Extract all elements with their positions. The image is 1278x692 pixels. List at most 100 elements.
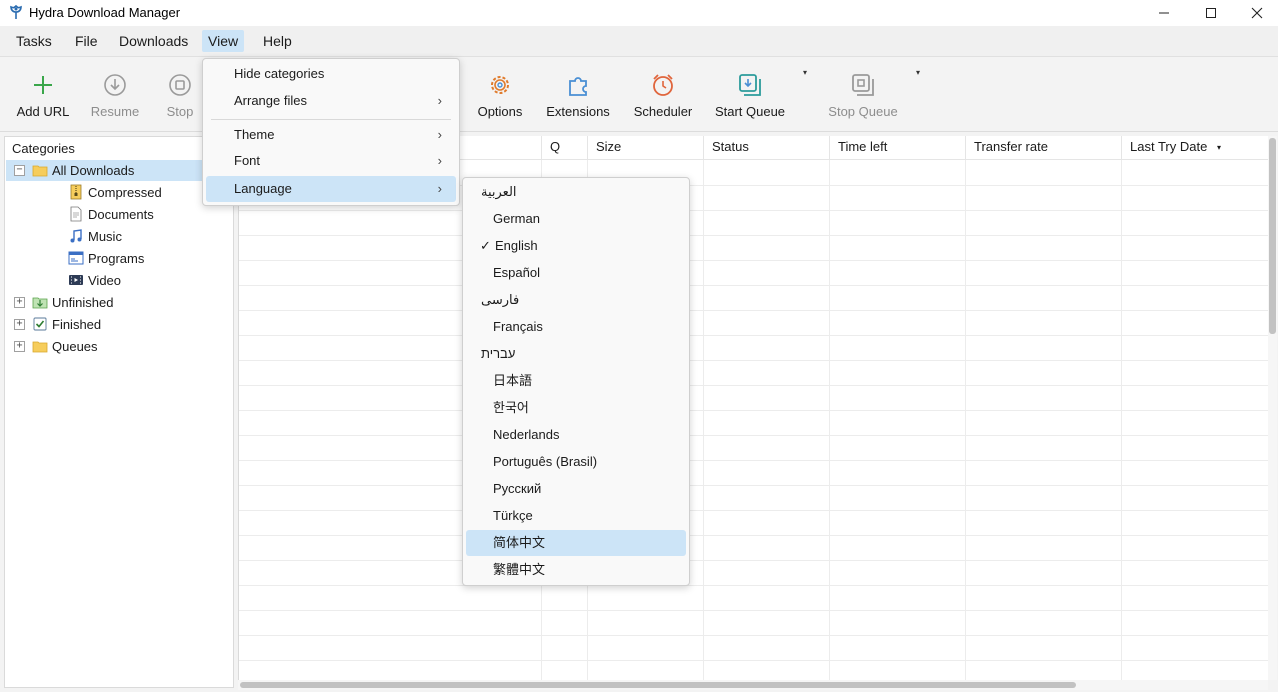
tree-item-unfinished[interactable]: + Unfinished <box>6 292 232 313</box>
table-row-divider <box>239 660 1268 661</box>
language-item-german[interactable]: German <box>466 206 686 232</box>
column-header-size[interactable]: Size <box>587 136 703 160</box>
start-queue-button[interactable]: Start Queue <box>708 69 792 125</box>
categories-panel: Categories − All Downloads Compressed Do… <box>4 136 234 688</box>
downloads-table: Q Size Status Time left Transfer rate La… <box>238 136 1268 680</box>
tree-item-finished[interactable]: + Finished <box>6 314 232 335</box>
tree-item-all-downloads[interactable]: − All Downloads <box>6 160 232 181</box>
table-row-divider <box>239 610 1268 611</box>
window-title: Hydra Download Manager <box>29 5 181 20</box>
table-row-divider <box>239 360 1268 361</box>
download-circle-icon <box>104 74 126 96</box>
extensions-button[interactable]: Extensions <box>536 69 620 125</box>
zip-file-icon <box>70 184 82 200</box>
expand-toggle[interactable]: + <box>14 319 25 330</box>
program-window-icon <box>68 251 84 265</box>
stop-queue-button[interactable]: Stop Queue <box>821 69 905 125</box>
language-item-hebrew[interactable]: עברית <box>466 341 686 367</box>
table-column-divider <box>829 160 830 680</box>
table-column-divider <box>965 160 966 680</box>
minimize-button[interactable] <box>1141 0 1187 26</box>
tree-item-video[interactable]: Video <box>6 270 232 291</box>
menu-tasks[interactable]: Tasks <box>10 30 58 52</box>
menu-item-hide-categories[interactable]: Hide categories <box>206 61 456 87</box>
language-item-dutch[interactable]: Nederlands <box>466 422 686 448</box>
menu-item-label: Français <box>493 319 543 334</box>
tree-item-documents[interactable]: Documents <box>6 204 232 225</box>
column-header-queue[interactable]: Q <box>541 136 587 160</box>
start-queue-dropdown-arrow[interactable]: ▾ <box>803 68 807 77</box>
tree-item-compressed[interactable]: Compressed <box>6 182 232 203</box>
stop-queue-dropdown-arrow[interactable]: ▾ <box>916 68 920 77</box>
close-button[interactable] <box>1234 0 1278 26</box>
expand-toggle[interactable]: + <box>14 341 25 352</box>
menu-view[interactable]: View <box>202 30 245 52</box>
menu-item-arrange-files[interactable]: Arrange files › <box>206 88 456 114</box>
tree-item-label: Queues <box>52 339 98 354</box>
table-row-divider <box>239 585 1268 586</box>
table-column-divider <box>703 160 704 680</box>
column-header-transfer-rate[interactable]: Transfer rate <box>965 136 1121 160</box>
language-item-english[interactable]: ✓ English <box>466 233 686 259</box>
horizontal-scrollbar[interactable] <box>238 680 1268 690</box>
language-item-korean[interactable]: 한국어 <box>466 395 686 421</box>
menu-help[interactable]: Help <box>257 30 298 52</box>
scrollbar-thumb[interactable] <box>240 682 1076 688</box>
table-row-divider <box>239 285 1268 286</box>
language-item-japanese[interactable]: 日本語 <box>466 368 686 394</box>
view-menu: Hide categories Arrange files › Theme › … <box>202 58 460 206</box>
options-button[interactable]: Options <box>458 69 542 125</box>
language-submenu: العربية German ✓ English Español فارسی F… <box>462 177 690 586</box>
maximize-icon <box>1206 8 1216 18</box>
expand-toggle[interactable]: + <box>14 297 25 308</box>
tree-item-label: Documents <box>88 207 154 222</box>
language-item-simplified-chinese[interactable]: 简体中文 <box>466 530 686 556</box>
language-item-portuguese-brazil[interactable]: Português (Brasil) <box>466 449 686 475</box>
menu-item-label: Font <box>234 153 261 168</box>
start-queue-label: Start Queue <box>714 104 786 119</box>
plus-icon <box>34 76 52 94</box>
tree-item-programs[interactable]: Programs <box>6 248 232 269</box>
tree-item-music[interactable]: Music <box>6 226 232 247</box>
menu-item-language[interactable]: Language › <box>206 176 456 202</box>
column-header-status[interactable]: Status <box>703 136 829 160</box>
tree-item-label: Programs <box>88 251 145 266</box>
categories-header: Categories <box>12 141 75 156</box>
submenu-arrow-icon: › <box>437 93 442 108</box>
language-item-persian[interactable]: فارسی <box>466 287 686 313</box>
language-item-turkish[interactable]: Türkçe <box>466 503 686 529</box>
scheduler-button[interactable]: Scheduler <box>621 69 705 125</box>
language-item-spanish[interactable]: Español <box>466 260 686 286</box>
table-row-divider <box>239 235 1268 236</box>
menu-downloads[interactable]: Downloads <box>113 30 194 52</box>
menu-item-label: Hide categories <box>234 66 325 81</box>
column-header-last-try-date[interactable]: Last Try Date ▾ <box>1121 136 1268 160</box>
menu-item-label: 简体中文 <box>493 535 546 550</box>
finished-check-icon <box>33 317 47 331</box>
menu-file[interactable]: File <box>69 30 104 52</box>
menu-item-label: Español <box>493 265 540 280</box>
menu-item-label: Português (Brasil) <box>493 454 598 469</box>
column-header-label: Last Try Date <box>1130 139 1208 154</box>
menu-item-theme[interactable]: Theme › <box>206 122 456 148</box>
menu-item-font[interactable]: Font › <box>206 148 456 174</box>
minimize-icon <box>1159 12 1169 14</box>
title-bar: Hydra Download Manager <box>0 0 1278 26</box>
menu-item-label: 한국어 <box>493 400 529 415</box>
alarm-clock-icon <box>653 74 673 96</box>
language-item-traditional-chinese[interactable]: 繁體中文 <box>466 557 686 583</box>
menu-item-label: Türkçe <box>493 508 533 523</box>
language-item-arabic[interactable]: العربية <box>466 179 686 205</box>
stop-circle-icon <box>169 74 191 96</box>
queue-stop-icon <box>852 74 874 96</box>
puzzle-icon <box>569 77 587 96</box>
maximize-button[interactable] <box>1188 0 1234 26</box>
scrollbar-thumb[interactable] <box>1269 138 1276 334</box>
tree-item-queues[interactable]: + Queues <box>6 336 232 357</box>
column-header-time-left[interactable]: Time left <box>829 136 965 160</box>
menu-item-label: Language <box>234 181 292 196</box>
vertical-scrollbar[interactable] <box>1268 136 1277 680</box>
collapse-toggle[interactable]: − <box>14 165 25 176</box>
language-item-russian[interactable]: Русский <box>466 476 686 502</box>
language-item-french[interactable]: Français <box>466 314 686 340</box>
